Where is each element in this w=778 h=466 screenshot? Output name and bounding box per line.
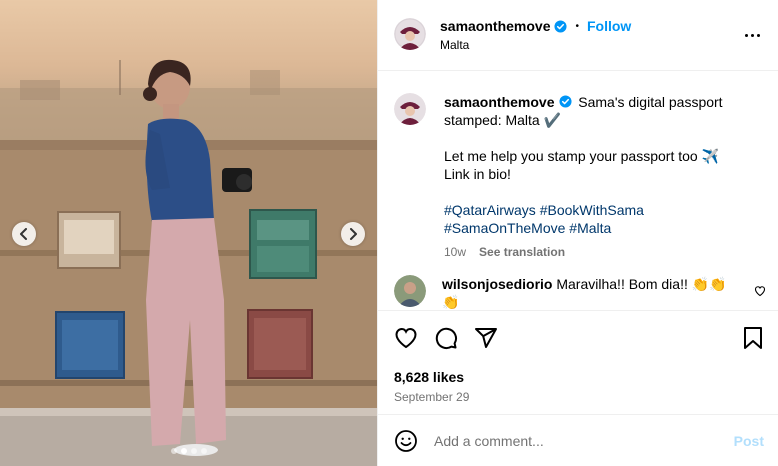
commenter-username[interactable]: wilsonjosediorio	[442, 276, 552, 292]
hashtag-link[interactable]: #Malta	[569, 220, 611, 236]
post-caption: samaonthemove Sama's digital passport st…	[378, 71, 778, 261]
more-options-icon	[756, 33, 760, 37]
author-avatar[interactable]	[394, 18, 426, 50]
carousel-dot-active	[180, 448, 187, 454]
commenter-avatar[interactable]	[394, 275, 426, 307]
comments-list[interactable]: samaonthemove Sama's digital passport st…	[378, 71, 778, 310]
carousel-indicator	[0, 448, 377, 454]
chevron-right-icon	[350, 228, 357, 240]
caption-author-avatar[interactable]	[394, 93, 426, 125]
verified-badge-icon	[554, 19, 568, 33]
comment-input[interactable]	[434, 432, 734, 449]
author-avatar-image	[394, 18, 426, 50]
post-date[interactable]: September 29	[394, 390, 762, 404]
more-options-icon	[750, 33, 754, 37]
carousel-dot	[200, 448, 207, 454]
post-comment-button[interactable]: Post	[734, 433, 764, 449]
verified-badge-icon	[559, 95, 572, 108]
see-translation-button[interactable]: See translation	[479, 243, 565, 261]
header-separator: •	[575, 20, 579, 32]
follow-button[interactable]: Follow	[587, 18, 631, 34]
caption-username[interactable]: samaonthemove	[444, 94, 554, 110]
emoji-icon[interactable]	[394, 429, 418, 453]
post-side-panel: samaonthemove • Follow Malta samaonthemo…	[377, 0, 778, 466]
previous-slide-button[interactable]	[12, 222, 36, 246]
comment-item: wilsonjosediorio Maravilha!! Bom dia!! 👏…	[378, 261, 778, 310]
post-photo	[0, 59, 377, 466]
bookmark-icon[interactable]	[742, 326, 764, 350]
like-comment-icon[interactable]	[754, 285, 766, 297]
carousel-dot	[170, 448, 177, 454]
next-slide-button[interactable]	[341, 222, 365, 246]
share-icon[interactable]	[474, 326, 498, 350]
more-options-icon	[744, 33, 748, 37]
hashtag-link[interactable]: #BookWithSama	[540, 202, 644, 218]
comment-icon[interactable]	[434, 326, 458, 350]
instagram-post-modal: samaonthemove • Follow Malta samaonthemo…	[0, 0, 778, 466]
heart-icon[interactable]	[394, 326, 418, 350]
more-options-button[interactable]	[742, 25, 762, 45]
carousel-dot	[190, 448, 197, 454]
likes-count[interactable]: 8,628 likes	[394, 369, 762, 385]
caption-author-avatar-image	[394, 93, 426, 125]
post-header: samaonthemove • Follow Malta	[378, 0, 778, 71]
hashtag-link[interactable]: #QatarAirways	[444, 202, 536, 218]
add-comment-bar: Post	[378, 414, 778, 466]
post-media[interactable]	[0, 0, 377, 466]
caption-text-line-2: Let me help you stamp your passport too …	[444, 148, 720, 182]
commenter-avatar-image	[394, 275, 426, 307]
hashtag-link[interactable]: #SamaOnTheMove	[444, 220, 565, 236]
author-username[interactable]: samaonthemove	[440, 18, 550, 34]
post-location[interactable]: Malta	[440, 38, 631, 52]
post-age[interactable]: 10w	[444, 243, 466, 261]
post-actions: 8,628 likes September 29	[378, 310, 778, 414]
chevron-left-icon	[20, 228, 27, 240]
